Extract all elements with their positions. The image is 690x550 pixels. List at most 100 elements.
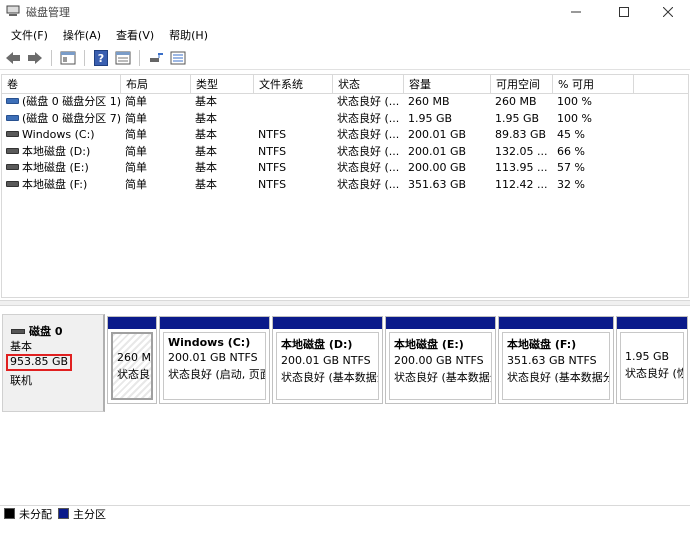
cell-free-space-text: 132.05 ...	[495, 144, 548, 158]
column-status[interactable]: 状态	[333, 75, 404, 94]
cell-layout: 简单	[121, 111, 191, 128]
partition-c[interactable]: Windows (C:) 200.01 GB NTFS 状态良好 (启动, 页面	[159, 316, 270, 404]
menu-file[interactable]: 文件(F)	[4, 25, 55, 45]
partition-bar	[273, 317, 382, 329]
column-percent-free[interactable]: % 可用	[553, 75, 634, 94]
column-type[interactable]: 类型	[191, 75, 254, 94]
maximize-button[interactable]	[601, 0, 647, 24]
column-volume[interactable]: 卷	[2, 75, 121, 94]
table-row[interactable]: 本地磁盘 (F:) 简单 基本 NTFS 状态良好 (... 351.63 GB 112.4…	[2, 177, 688, 194]
column-filesystem[interactable]: 文件系统	[254, 75, 333, 94]
cell-type-text: 基本	[195, 144, 217, 158]
column-free-space[interactable]: 可用空间	[491, 75, 553, 94]
cell-capacity: 200.01 GB	[404, 127, 491, 144]
toolbar-separator	[51, 49, 52, 66]
legend-label: 主分区	[73, 507, 106, 521]
cell-volume-text: Windows (C:)	[22, 128, 95, 142]
volume-icon	[6, 147, 19, 154]
close-button[interactable]	[645, 0, 690, 24]
partition-recovery[interactable]: 1.95 GB 状态良好 (恢	[616, 316, 688, 404]
partition-size: 351.63 GB NTFS	[507, 354, 597, 367]
cell-layout: 简单	[121, 160, 191, 177]
partition-e[interactable]: 本地磁盘 (E:) 200.00 GB NTFS 状态良好 (基本数据分	[385, 316, 496, 404]
menu-view[interactable]: 查看(V)	[109, 25, 161, 45]
volume-icon	[6, 181, 19, 187]
disk-name: 磁盘 0	[29, 325, 63, 338]
cell-capacity: 351.63 GB	[404, 177, 491, 194]
cell-type: 基本	[191, 94, 254, 111]
cell-free-space-text: 260 MB	[495, 95, 537, 108]
cell-percent-free-text: 32 %	[557, 178, 585, 191]
column-capacity[interactable]: 容量	[404, 75, 491, 94]
disk-0-label[interactable]: 磁盘 0 基本 953.85 GB 联机	[2, 314, 105, 412]
minimize-button[interactable]	[553, 0, 599, 24]
partition-bar	[386, 317, 495, 329]
partition-body: 260 ME 状态良	[111, 332, 153, 400]
cell-layout: 简单	[121, 144, 191, 161]
partition-bar	[108, 317, 156, 329]
table-row[interactable]: Windows (C:) 简单 基本 NTFS 状态良好 (... 200.01 GB 89…	[2, 127, 688, 144]
cell-type: 基本	[191, 144, 254, 161]
cell-filesystem: NTFS	[254, 127, 333, 144]
cell-volume-text: (磁盘 0 磁盘分区 7)	[22, 111, 121, 125]
partition-1[interactable]: 260 ME 状态良	[107, 316, 157, 404]
partition-f[interactable]: 本地磁盘 (F:) 351.63 GB NTFS 状态良好 (基本数据分	[498, 316, 614, 404]
properties-button[interactable]	[58, 48, 78, 68]
partition-status: 状态良好 (基本数据分	[281, 371, 379, 384]
disk-view-button[interactable]	[113, 48, 133, 68]
cell-status-text: 状态良好 (...	[337, 95, 400, 108]
menu-help[interactable]: 帮助(H)	[162, 25, 215, 45]
table-row[interactable]: 本地磁盘 (E:) 简单 基本 NTFS 状态良好 (... 200.00 GB 113.9…	[2, 160, 688, 177]
cell-status-text: 状态良好 (...	[337, 178, 400, 191]
cell-status-text: 状态良好 (...	[337, 161, 400, 175]
cell-percent-free: 57 %	[553, 160, 634, 177]
window-title: 磁盘管理	[26, 6, 70, 19]
partition-name: 本地磁盘 (F:)	[507, 338, 577, 351]
partition-name: 本地磁盘 (D:)	[281, 338, 353, 351]
table-row[interactable]: 本地磁盘 (D:) 简单 基本 NTFS 状态良好 (... 200.01 GB 132.0…	[2, 144, 688, 161]
volume-icon	[6, 164, 19, 171]
cell-volume: 本地磁盘 (E:)	[2, 160, 121, 177]
cell-capacity-text: 351.63 GB	[408, 178, 467, 191]
table-row[interactable]: (磁盘 0 磁盘分区 7) 简单 基本 状态良好 (... 1.95 GB 1.95 GB…	[2, 111, 688, 128]
back-button[interactable]	[3, 48, 23, 68]
cell-filesystem: NTFS	[254, 160, 333, 177]
partition-size: 200.00 GB NTFS	[394, 354, 484, 367]
legend-label: 未分配	[19, 507, 52, 521]
disk-graphical-view: 磁盘 0 基本 953.85 GB 联机 260 ME 状态良 Windows …	[0, 306, 690, 500]
table-row[interactable]: (磁盘 0 磁盘分区 1) 简单 基本 状态良好 (... 260 MB 260 MB 10…	[2, 94, 688, 111]
toolbar-separator	[84, 49, 85, 66]
cell-percent-free: 45 %	[553, 127, 634, 144]
list-view-button[interactable]	[168, 48, 188, 68]
cell-free-space-text: 1.95 GB	[495, 111, 540, 125]
partition-body: 本地磁盘 (F:) 351.63 GB NTFS 状态良好 (基本数据分	[502, 332, 610, 400]
cell-type: 基本	[191, 127, 254, 144]
cell-free-space: 1.95 GB	[491, 111, 553, 128]
cell-free-space: 113.95 ...	[491, 160, 553, 177]
back-icon	[6, 51, 20, 64]
cell-capacity-text: 260 MB	[408, 95, 450, 108]
column-layout[interactable]: 布局	[121, 75, 191, 94]
cell-percent-free-text: 100 %	[557, 111, 592, 125]
connect-button[interactable]	[146, 48, 166, 68]
connect-icon	[150, 52, 163, 62]
partition-d[interactable]: 本地磁盘 (D:) 200.01 GB NTFS 状态良好 (基本数据分	[272, 316, 383, 404]
forward-button[interactable]	[25, 48, 45, 68]
menu-action[interactable]: 操作(A)	[56, 25, 108, 45]
disk-type: 基本	[10, 340, 32, 353]
cell-layout-text: 简单	[125, 144, 147, 158]
menu-bar: 文件(F) 操作(A) 查看(V) 帮助(H)	[0, 24, 690, 46]
cell-layout-text: 简单	[125, 111, 147, 125]
cell-percent-free-text: 45 %	[557, 128, 585, 142]
cell-type: 基本	[191, 160, 254, 177]
cell-free-space: 112.42 ...	[491, 177, 553, 194]
help-icon: ?	[94, 49, 108, 66]
volume-icon	[6, 114, 19, 121]
cell-percent-free: 100 %	[553, 94, 634, 111]
partition-size: 1.95 GB	[625, 350, 670, 363]
cell-capacity: 200.01 GB	[404, 144, 491, 161]
cell-layout: 简单	[121, 94, 191, 111]
cell-layout-text: 简单	[125, 161, 147, 175]
partition-body: 本地磁盘 (D:) 200.01 GB NTFS 状态良好 (基本数据分	[276, 332, 379, 400]
help-button[interactable]: ?	[91, 48, 111, 68]
